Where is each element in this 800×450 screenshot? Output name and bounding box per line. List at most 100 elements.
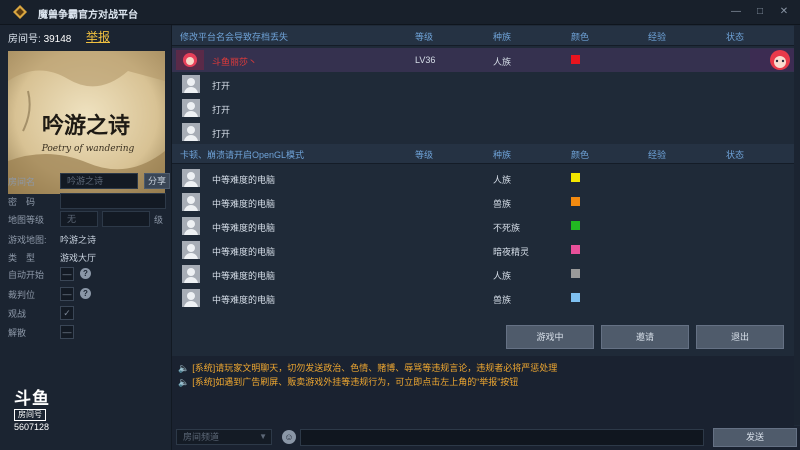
- computer-avatar-icon: [182, 289, 200, 307]
- app-title: 魔兽争霸官方对战平台: [38, 10, 138, 21]
- player-avatar: [176, 50, 204, 70]
- player-color-swatch[interactable]: [571, 245, 580, 254]
- map-level-unit: 级: [154, 215, 164, 225]
- chat-channel-select[interactable]: 房间频道 ▼: [176, 429, 272, 445]
- spectate-checkbox[interactable]: ✓: [60, 306, 74, 320]
- invite-button[interactable]: 邀请: [601, 325, 689, 349]
- speaker-icon: 🔈: [178, 377, 190, 387]
- help-icon[interactable]: ?: [80, 268, 91, 279]
- room-number: 39148: [43, 34, 72, 45]
- player-color-swatch[interactable]: [571, 269, 580, 278]
- referee-label: 裁判位: [8, 290, 36, 300]
- speaker-icon: 🔈: [178, 363, 190, 373]
- map-level-row: 地图等级 无 级: [8, 211, 168, 227]
- team1-header-race: 种族: [493, 32, 512, 42]
- share-button[interactable]: 分享: [144, 173, 170, 189]
- team2-header-race: 种族: [493, 150, 512, 160]
- send-button[interactable]: 发送: [713, 428, 797, 447]
- player-race[interactable]: 人族: [493, 173, 511, 186]
- player-race[interactable]: 人族: [493, 269, 511, 282]
- empty-slot-avatar-icon: [182, 99, 200, 117]
- map-level-select[interactable]: 无: [60, 211, 98, 227]
- player-row[interactable]: 斗鱼丽莎丶 LV36 人族: [172, 48, 794, 72]
- referee-checkbox[interactable]: —: [60, 287, 74, 301]
- minimize-icon[interactable]: —: [728, 4, 744, 20]
- map-title-art: 吟游之诗: [42, 113, 130, 139]
- douyu-room-tag: 房间号: [14, 409, 46, 421]
- player-name: 斗鱼丽莎丶: [212, 57, 258, 67]
- player-name: 中等难度的电脑: [212, 175, 276, 185]
- player-race[interactable]: 不死族: [493, 221, 520, 234]
- dissolve-label: 解散: [8, 328, 27, 338]
- team1-table: 修改平台名会导致存档丢失 等级 种族 颜色 经验 状态 斗鱼丽莎丶 LV36 人…: [172, 26, 794, 144]
- team1-header-level: 等级: [415, 32, 434, 42]
- type-value: 游戏大厅: [60, 253, 97, 263]
- player-race[interactable]: 暗夜精灵: [493, 245, 529, 258]
- player-name: 中等难度的电脑: [212, 223, 276, 233]
- player-row[interactable]: 中等难度的电脑 人族: [172, 262, 794, 286]
- dissolve-checkbox[interactable]: —: [60, 325, 74, 339]
- referee-row: 裁判位 — ?: [8, 286, 168, 302]
- player-color-swatch[interactable]: [571, 293, 580, 302]
- player-row[interactable]: 打开: [172, 96, 794, 120]
- team1-header-exp: 经验: [648, 32, 667, 42]
- auto-start-checkbox[interactable]: —: [60, 267, 74, 281]
- room-name-input[interactable]: 吟游之诗: [60, 173, 138, 189]
- player-name: 中等难度的电脑: [212, 199, 276, 209]
- player-row[interactable]: 中等难度的电脑 人族: [172, 166, 794, 190]
- player-race[interactable]: 兽族: [493, 293, 511, 306]
- computer-avatar-icon: [182, 265, 200, 283]
- spectate-label: 观战: [8, 309, 27, 319]
- douyu-room-id: 5607128: [14, 422, 50, 432]
- close-icon[interactable]: ✕: [776, 4, 792, 20]
- player-row[interactable]: 中等难度的电脑 兽族: [172, 190, 794, 214]
- chat-bar: 房间频道 ▼ ☺ 发送: [172, 426, 800, 450]
- player-race[interactable]: 兽族: [493, 197, 511, 210]
- player-row[interactable]: 中等难度的电脑 暗夜精灵: [172, 238, 794, 262]
- player-color-swatch[interactable]: [571, 197, 580, 206]
- game-map-label: 游戏地图:: [8, 235, 47, 245]
- emoji-icon[interactable]: ☺: [282, 430, 296, 444]
- player-row[interactable]: 中等难度的电脑 兽族: [172, 286, 794, 310]
- computer-avatar-icon: [182, 193, 200, 211]
- team2-header-color: 颜色: [571, 150, 590, 160]
- exit-button[interactable]: 退出: [696, 325, 784, 349]
- room-name-row: 房间名 吟游之诗 分享: [8, 173, 170, 189]
- computer-avatar-icon: [182, 217, 200, 235]
- slot-status[interactable]: 打开: [212, 79, 230, 92]
- map-subtitle-art: Poetry of wandering: [41, 144, 135, 154]
- type-label: 类 型: [8, 253, 36, 263]
- report-link[interactable]: 举报: [86, 28, 110, 45]
- team1-name: 修改平台名会导致存档丢失: [180, 32, 289, 42]
- auto-start-label: 自动开始: [8, 270, 45, 280]
- maximize-icon[interactable]: □: [752, 4, 768, 20]
- slot-status[interactable]: 打开: [212, 103, 230, 116]
- password-label: 密 码: [8, 197, 36, 207]
- team2-header-exp: 经验: [648, 150, 667, 160]
- help-icon[interactable]: ?: [80, 288, 91, 299]
- slot-status[interactable]: 打开: [212, 127, 230, 140]
- team1-header-color: 颜色: [571, 32, 590, 42]
- password-input[interactable]: [60, 193, 166, 209]
- team1-header-status: 状态: [726, 32, 745, 42]
- dissolve-row: 解散 —: [8, 324, 168, 340]
- player-row[interactable]: 中等难度的电脑 不死族: [172, 214, 794, 238]
- room-name-label: 房间名: [8, 177, 36, 187]
- player-color-swatch[interactable]: [571, 221, 580, 230]
- player-color-swatch[interactable]: [571, 173, 580, 182]
- player-row[interactable]: 打开: [172, 120, 794, 144]
- team1-header: 修改平台名会导致存档丢失 等级 种族 颜色 经验 状态: [172, 26, 794, 46]
- player-color-swatch[interactable]: [571, 55, 580, 64]
- player-row[interactable]: 打开: [172, 72, 794, 96]
- map-level-input[interactable]: [102, 211, 150, 227]
- scrollbar[interactable]: [794, 25, 800, 425]
- in-game-button[interactable]: 游戏中: [506, 325, 594, 349]
- chat-input[interactable]: [300, 429, 704, 446]
- room-number-label: 房间号:: [8, 34, 41, 45]
- player-race[interactable]: 人族: [493, 55, 511, 68]
- douyu-logo: 斗鱼: [14, 389, 50, 408]
- team2-header-level: 等级: [415, 150, 434, 160]
- spectate-row: 观战 ✓: [8, 305, 168, 321]
- type-row: 类 型 游戏大厅: [8, 249, 168, 265]
- game-map-value: 吟游之诗: [60, 235, 97, 245]
